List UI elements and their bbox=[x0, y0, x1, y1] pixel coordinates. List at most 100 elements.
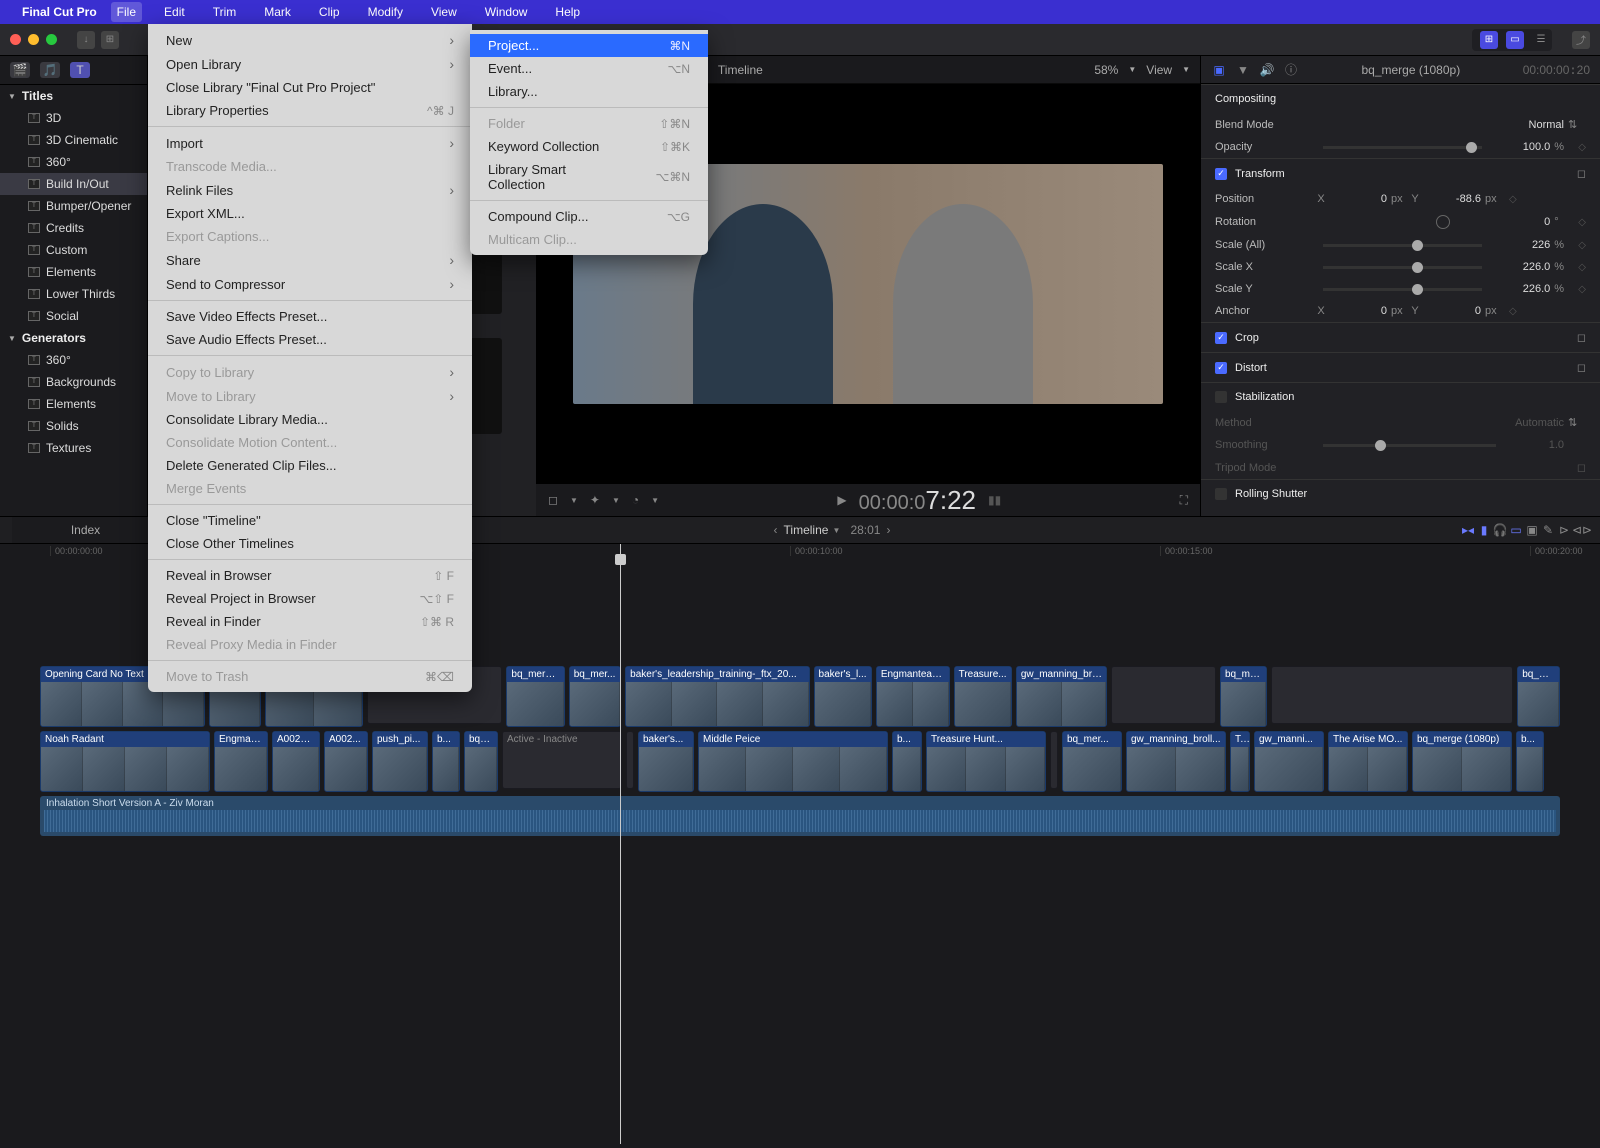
titles-tab-icon[interactable]: T bbox=[70, 62, 90, 78]
fullscreen-window-icon[interactable] bbox=[46, 34, 57, 45]
keyframe-icon[interactable]: ◇ bbox=[1509, 306, 1517, 317]
timeline-clip[interactable]: Treasure Hunt... bbox=[926, 731, 1046, 792]
distort-header[interactable]: ✓ Distort ◻ bbox=[1201, 352, 1600, 382]
menu-item[interactable]: Keyword Collection⇧⌘K bbox=[470, 135, 708, 158]
sidebar-item[interactable]: T3D bbox=[0, 107, 147, 129]
audio-inspector-icon[interactable]: 🔊 bbox=[1259, 62, 1275, 78]
timeline-clip[interactable]: bq_me... bbox=[1220, 666, 1267, 727]
transform-tool-icon[interactable]: ◻ bbox=[548, 493, 558, 507]
video-inspector-icon[interactable]: ▣ bbox=[1211, 62, 1227, 78]
sidebar-item[interactable]: TBuild In/Out bbox=[0, 173, 147, 195]
keyframe-icon[interactable]: ◇ bbox=[1578, 217, 1586, 228]
stabilization-header[interactable]: ✓ Stabilization bbox=[1201, 382, 1600, 411]
opacity-row[interactable]: Opacity 100.0 % ◇ bbox=[1201, 136, 1600, 158]
timeline-clip[interactable]: gw_manning_bro... bbox=[1016, 666, 1107, 727]
list-view-icon[interactable]: ☰ bbox=[1532, 31, 1550, 49]
transform-header[interactable]: ✓ Transform ◻ bbox=[1201, 158, 1600, 188]
rolling-shutter-checkbox[interactable]: ✓ bbox=[1215, 488, 1227, 500]
import-icon[interactable]: ↓ bbox=[77, 31, 95, 49]
timeline-history-label[interactable]: Timeline bbox=[784, 523, 829, 537]
menu-item[interactable]: Library... bbox=[470, 80, 708, 103]
chevron-down-icon[interactable]: ▼ bbox=[651, 496, 659, 505]
chevron-down-icon[interactable]: ▼ bbox=[612, 496, 620, 505]
timeline-clip[interactable]: b... bbox=[1516, 731, 1544, 792]
menu-edit[interactable]: Edit bbox=[158, 2, 191, 22]
chevron-down-icon[interactable]: ▼ bbox=[1182, 65, 1190, 74]
menu-item[interactable]: Event...⌥N bbox=[470, 57, 708, 80]
video-track-1[interactable]: Noah RadantEngmant...A002_0...A002...pus… bbox=[0, 729, 1600, 794]
sidebar-category-generators[interactable]: Generators bbox=[0, 327, 147, 349]
timeline-clip[interactable]: bq_merge (1080p) bbox=[1412, 731, 1512, 792]
timeline-clip[interactable]: A002... bbox=[324, 731, 368, 792]
menu-help[interactable]: Help bbox=[549, 2, 586, 22]
menu-mark[interactable]: Mark bbox=[258, 2, 297, 22]
timeline-clip[interactable]: gw_manning_broll... bbox=[1126, 731, 1226, 792]
timeline-clip[interactable]: Engmant... bbox=[214, 731, 268, 792]
reset-icon[interactable]: ◻ bbox=[1577, 331, 1586, 344]
transform-checkbox[interactable]: ✓ bbox=[1215, 168, 1227, 180]
keyword-icon[interactable]: ⊞ bbox=[101, 31, 119, 49]
scale-x-slider[interactable] bbox=[1323, 266, 1482, 269]
menu-item[interactable]: Save Audio Effects Preset... bbox=[148, 328, 472, 351]
keyframe-icon[interactable]: ◇ bbox=[1578, 262, 1586, 273]
timeline-clip[interactable]: b... bbox=[892, 731, 922, 792]
timeline-clip[interactable]: The Arise MO... bbox=[1328, 731, 1408, 792]
next-edit-icon[interactable]: › bbox=[880, 523, 896, 537]
zoom-level[interactable]: 58% bbox=[1094, 63, 1118, 77]
skimming-icon[interactable]: ▮ bbox=[1476, 523, 1492, 537]
menu-item[interactable]: Close Other Timelines bbox=[148, 532, 472, 555]
menu-item[interactable]: Compound Clip...⌥G bbox=[470, 205, 708, 228]
timeline-clip[interactable]: gw_manni... bbox=[1254, 731, 1324, 792]
trim-icon2[interactable]: ⊲⊳ bbox=[1572, 523, 1588, 537]
chevron-down-icon[interactable]: ▼ bbox=[1128, 65, 1136, 74]
position-row[interactable]: Position X0px Y-88.6px ◇ bbox=[1201, 188, 1600, 210]
menu-item[interactable]: Library Smart Collection⌥⌘N bbox=[470, 158, 708, 196]
reset-icon[interactable]: ◻ bbox=[1577, 167, 1586, 180]
timeline-clip[interactable]: A002_0... bbox=[272, 731, 320, 792]
snapshot-icon[interactable]: ▣ bbox=[1524, 523, 1540, 537]
menu-item[interactable]: Share bbox=[148, 248, 472, 272]
timeline-clip[interactable]: Middle Peice bbox=[698, 731, 888, 792]
new-submenu-dropdown[interactable]: Project...⌘NEvent...⌥NLibrary...Folder⇧⌘… bbox=[470, 30, 708, 255]
scale-all-row[interactable]: Scale (All) 226 % ◇ bbox=[1201, 234, 1600, 256]
menu-item[interactable]: Export XML... bbox=[148, 202, 472, 225]
sidebar-item[interactable]: TCredits bbox=[0, 217, 147, 239]
scale-x-row[interactable]: Scale X 226.0 % ◇ bbox=[1201, 256, 1600, 278]
timeline-clip[interactable]: Engmanteau... bbox=[876, 666, 950, 727]
menu-item[interactable]: Consolidate Library Media... bbox=[148, 408, 472, 431]
sidebar-item[interactable]: TSocial bbox=[0, 305, 147, 327]
anchor-row[interactable]: Anchor X0px Y0px ◇ bbox=[1201, 300, 1600, 322]
opacity-slider[interactable] bbox=[1323, 146, 1482, 149]
sidebar-item[interactable]: TElements bbox=[0, 393, 147, 415]
scale-slider[interactable] bbox=[1323, 244, 1482, 247]
enhance-tool-icon[interactable]: ✦ bbox=[590, 493, 600, 507]
audio-skimming-icon[interactable]: 🎧 bbox=[1492, 523, 1508, 537]
library-tab-icon[interactable]: 🎬 bbox=[10, 62, 30, 78]
timeline-clip[interactable]: bq_... bbox=[464, 731, 498, 792]
timeline-clip[interactable]: bq_mer... bbox=[1062, 731, 1122, 792]
sidebar-category-titles[interactable]: Titles bbox=[0, 85, 147, 107]
menu-view[interactable]: View bbox=[425, 2, 463, 22]
play-icon[interactable]: ▶ bbox=[837, 493, 846, 507]
menu-item[interactable]: Relink Files bbox=[148, 178, 472, 202]
menu-item[interactable]: Reveal in Finder⇧⌘ R bbox=[148, 610, 472, 633]
rotation-dial-icon[interactable] bbox=[1436, 215, 1450, 229]
retiming-tool-icon[interactable]: ◔ bbox=[632, 493, 639, 507]
timeline-clip[interactable]: bq_merge... bbox=[506, 666, 564, 727]
timeline-clip[interactable]: Noah Radant bbox=[40, 731, 210, 792]
sidebar-item[interactable]: TLower Thirds bbox=[0, 283, 147, 305]
chevron-down-icon[interactable]: ▼ bbox=[828, 526, 844, 535]
app-name[interactable]: Final Cut Pro bbox=[22, 5, 97, 19]
reset-icon[interactable]: ◻ bbox=[1577, 361, 1586, 374]
playhead[interactable] bbox=[620, 544, 621, 1144]
sidebar-item[interactable]: TTextures bbox=[0, 437, 147, 459]
view-menu[interactable]: View bbox=[1146, 63, 1172, 77]
menu-item[interactable]: Delete Generated Clip Files... bbox=[148, 454, 472, 477]
menu-item[interactable]: Open Library bbox=[148, 52, 472, 76]
photos-tab-icon[interactable]: 🎵 bbox=[40, 62, 60, 78]
file-menu-dropdown[interactable]: NewOpen LibraryClose Library "Final Cut … bbox=[148, 24, 472, 692]
rolling-shutter-header[interactable]: ✓ Rolling Shutter bbox=[1201, 479, 1600, 508]
sidebar-item[interactable]: TBackgrounds bbox=[0, 371, 147, 393]
menu-window[interactable]: Window bbox=[479, 2, 534, 22]
timeline-clip[interactable]: baker's_l... bbox=[814, 666, 872, 727]
